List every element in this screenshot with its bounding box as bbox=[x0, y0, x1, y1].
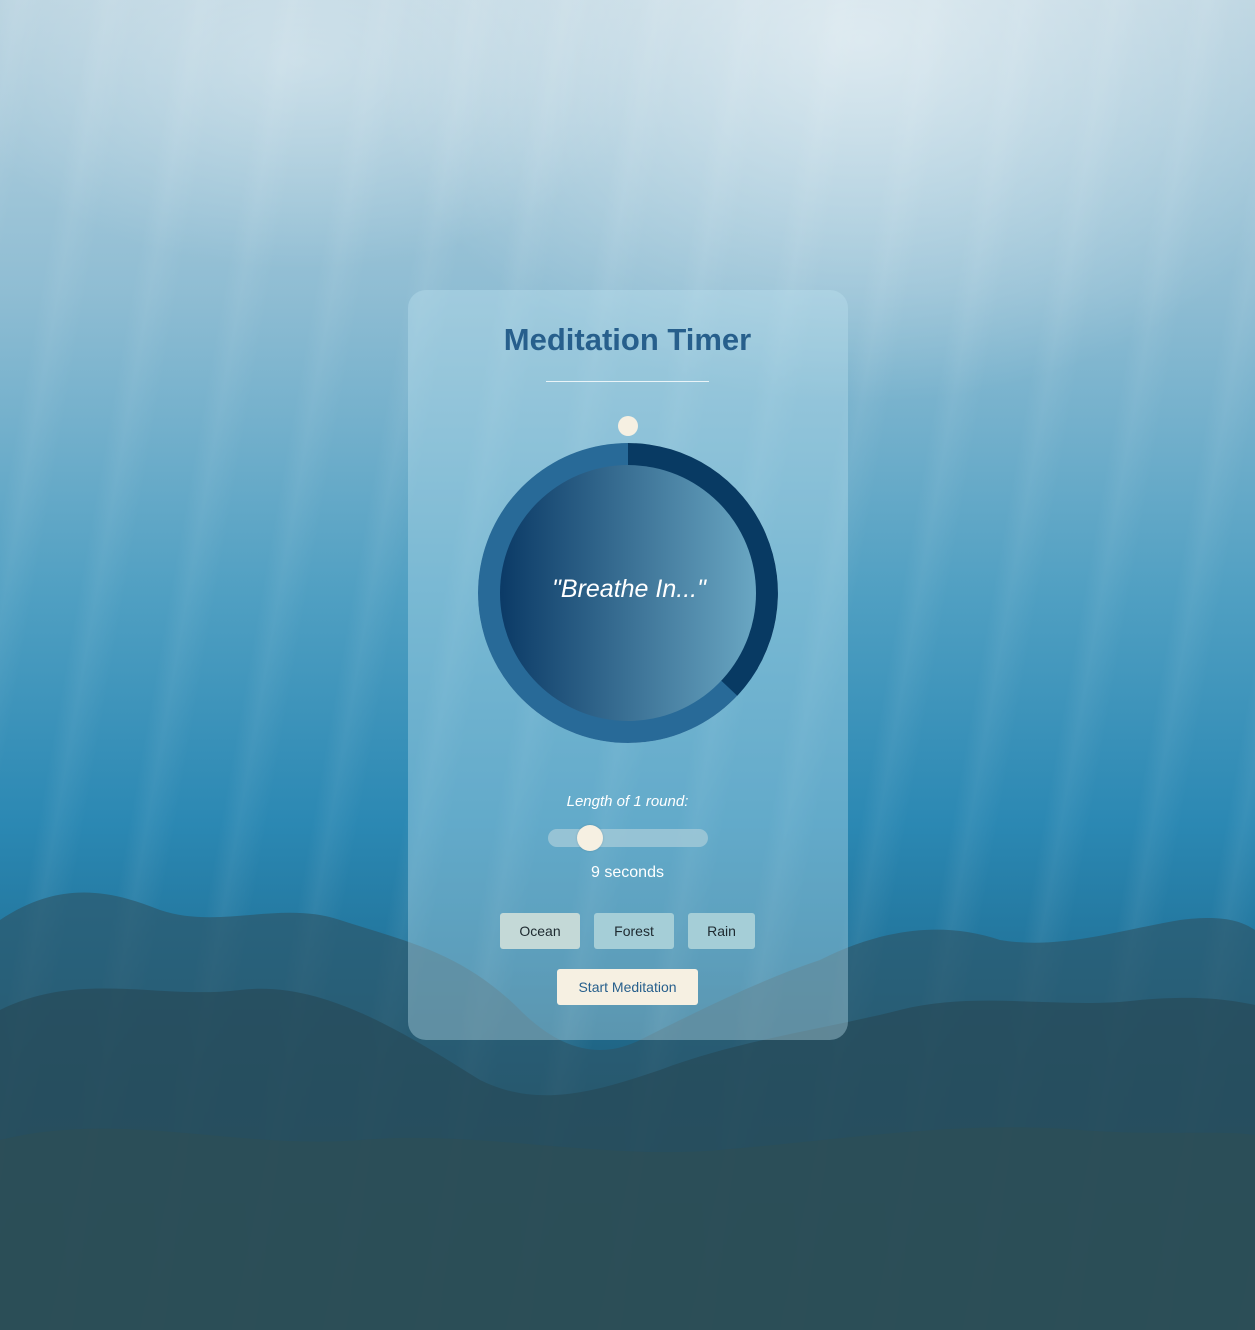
page-title: Meditation Timer bbox=[503, 322, 752, 357]
progress-indicator-dot bbox=[618, 416, 638, 436]
start-meditation-button[interactable]: Start Meditation bbox=[557, 969, 698, 1005]
sound-rain-button[interactable]: Rain bbox=[688, 913, 755, 949]
sound-ocean-button[interactable]: Ocean bbox=[500, 913, 580, 949]
round-length-slider[interactable] bbox=[548, 829, 708, 847]
sound-forest-button[interactable]: Forest bbox=[594, 913, 674, 949]
breathing-phrase: "Breathe In..." bbox=[552, 575, 706, 603]
round-length-value: 9 seconds bbox=[591, 864, 664, 881]
title-divider bbox=[546, 381, 709, 382]
round-length-label: Length of 1 round: bbox=[566, 793, 689, 810]
